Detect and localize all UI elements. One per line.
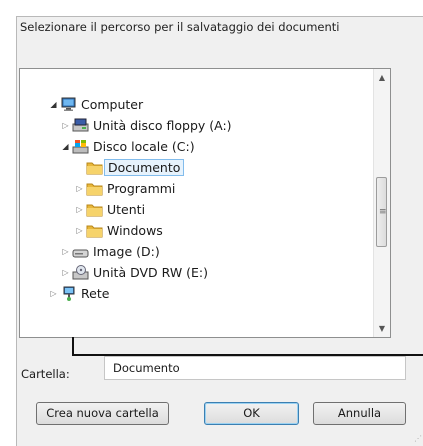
folder-icon [86, 181, 103, 196]
collapsed-triangle-icon[interactable]: ▷ [61, 121, 70, 130]
collapsed-triangle-icon[interactable]: ▷ [61, 268, 70, 277]
folder-tree[interactable]: ◢ Computer ▷ Unità disco floppy (A:) ◢ D… [19, 68, 391, 338]
collapsed-triangle-icon[interactable]: ▷ [75, 205, 84, 214]
collapsed-triangle-icon[interactable]: ▷ [61, 247, 70, 256]
tree-item-label: Documento [104, 159, 185, 176]
tree-item-utenti[interactable]: ▷ Utenti [75, 199, 145, 220]
collapsed-triangle-icon[interactable]: ▷ [75, 226, 84, 235]
tree-item-windows[interactable]: ▷ Windows [75, 220, 163, 241]
tree-item-documento[interactable]: Documento [86, 157, 185, 178]
local-disk-icon [72, 139, 89, 154]
new-folder-button[interactable]: Crea nuova cartella [36, 402, 169, 425]
dialog-prompt: Selezionare il percorso per il salvatagg… [20, 20, 340, 34]
grip-icon: ≡ [379, 207, 387, 217]
folder-icon [86, 160, 103, 175]
expanded-triangle-icon[interactable]: ◢ [61, 142, 70, 151]
folder-name-field[interactable]: Documento [104, 356, 406, 380]
tree-item-label: Unità DVD RW (E:) [93, 265, 209, 280]
tree-item-label: Unità disco floppy (A:) [93, 118, 232, 133]
removable-drive-icon [72, 244, 89, 259]
dvd-drive-icon [72, 265, 89, 280]
tree-item-network[interactable]: ▷ Rete [49, 283, 109, 304]
tree-item-local-disk[interactable]: ◢ Disco locale (C:) [61, 136, 195, 157]
computer-icon [60, 97, 77, 112]
ok-button[interactable]: OK [204, 402, 299, 425]
scroll-down-arrow-icon[interactable]: ▼ [374, 320, 390, 337]
floppy-drive-icon [72, 118, 89, 133]
resize-grip-icon[interactable]: ⋰ [414, 434, 422, 443]
cancel-button[interactable]: Annulla [313, 402, 406, 425]
tree-item-label: Computer [81, 97, 144, 112]
scroll-up-arrow-icon[interactable]: ▲ [374, 69, 390, 86]
tree-item-programmi[interactable]: ▷ Programmi [75, 178, 175, 199]
vertical-scrollbar[interactable]: ▲ ≡ ▼ [373, 69, 390, 337]
tree-item-label: Disco locale (C:) [93, 139, 195, 154]
scrollbar-thumb[interactable]: ≡ [376, 177, 387, 247]
folder-icon [86, 202, 103, 217]
tree-item-dvd-drive[interactable]: ▷ Unità DVD RW (E:) [61, 262, 208, 283]
tree-item-label: Rete [81, 286, 110, 301]
collapsed-triangle-icon[interactable]: ▷ [49, 289, 58, 298]
collapsed-triangle-icon[interactable]: ▷ [75, 184, 84, 193]
folder-icon [86, 223, 103, 238]
tree-item-image-drive[interactable]: ▷ Image (D:) [61, 241, 160, 262]
tree-item-floppy[interactable]: ▷ Unità disco floppy (A:) [61, 115, 232, 136]
folder-label: Cartella: [21, 367, 70, 381]
tree-item-computer[interactable]: ◢ Computer [49, 94, 143, 115]
tree-item-label: Image (D:) [93, 244, 160, 259]
expanded-triangle-icon[interactable]: ◢ [49, 100, 58, 109]
network-icon [60, 286, 77, 301]
tree-item-label: Programmi [107, 181, 176, 196]
tree-item-label: Utenti [107, 202, 146, 217]
tree-item-label: Windows [107, 223, 163, 238]
